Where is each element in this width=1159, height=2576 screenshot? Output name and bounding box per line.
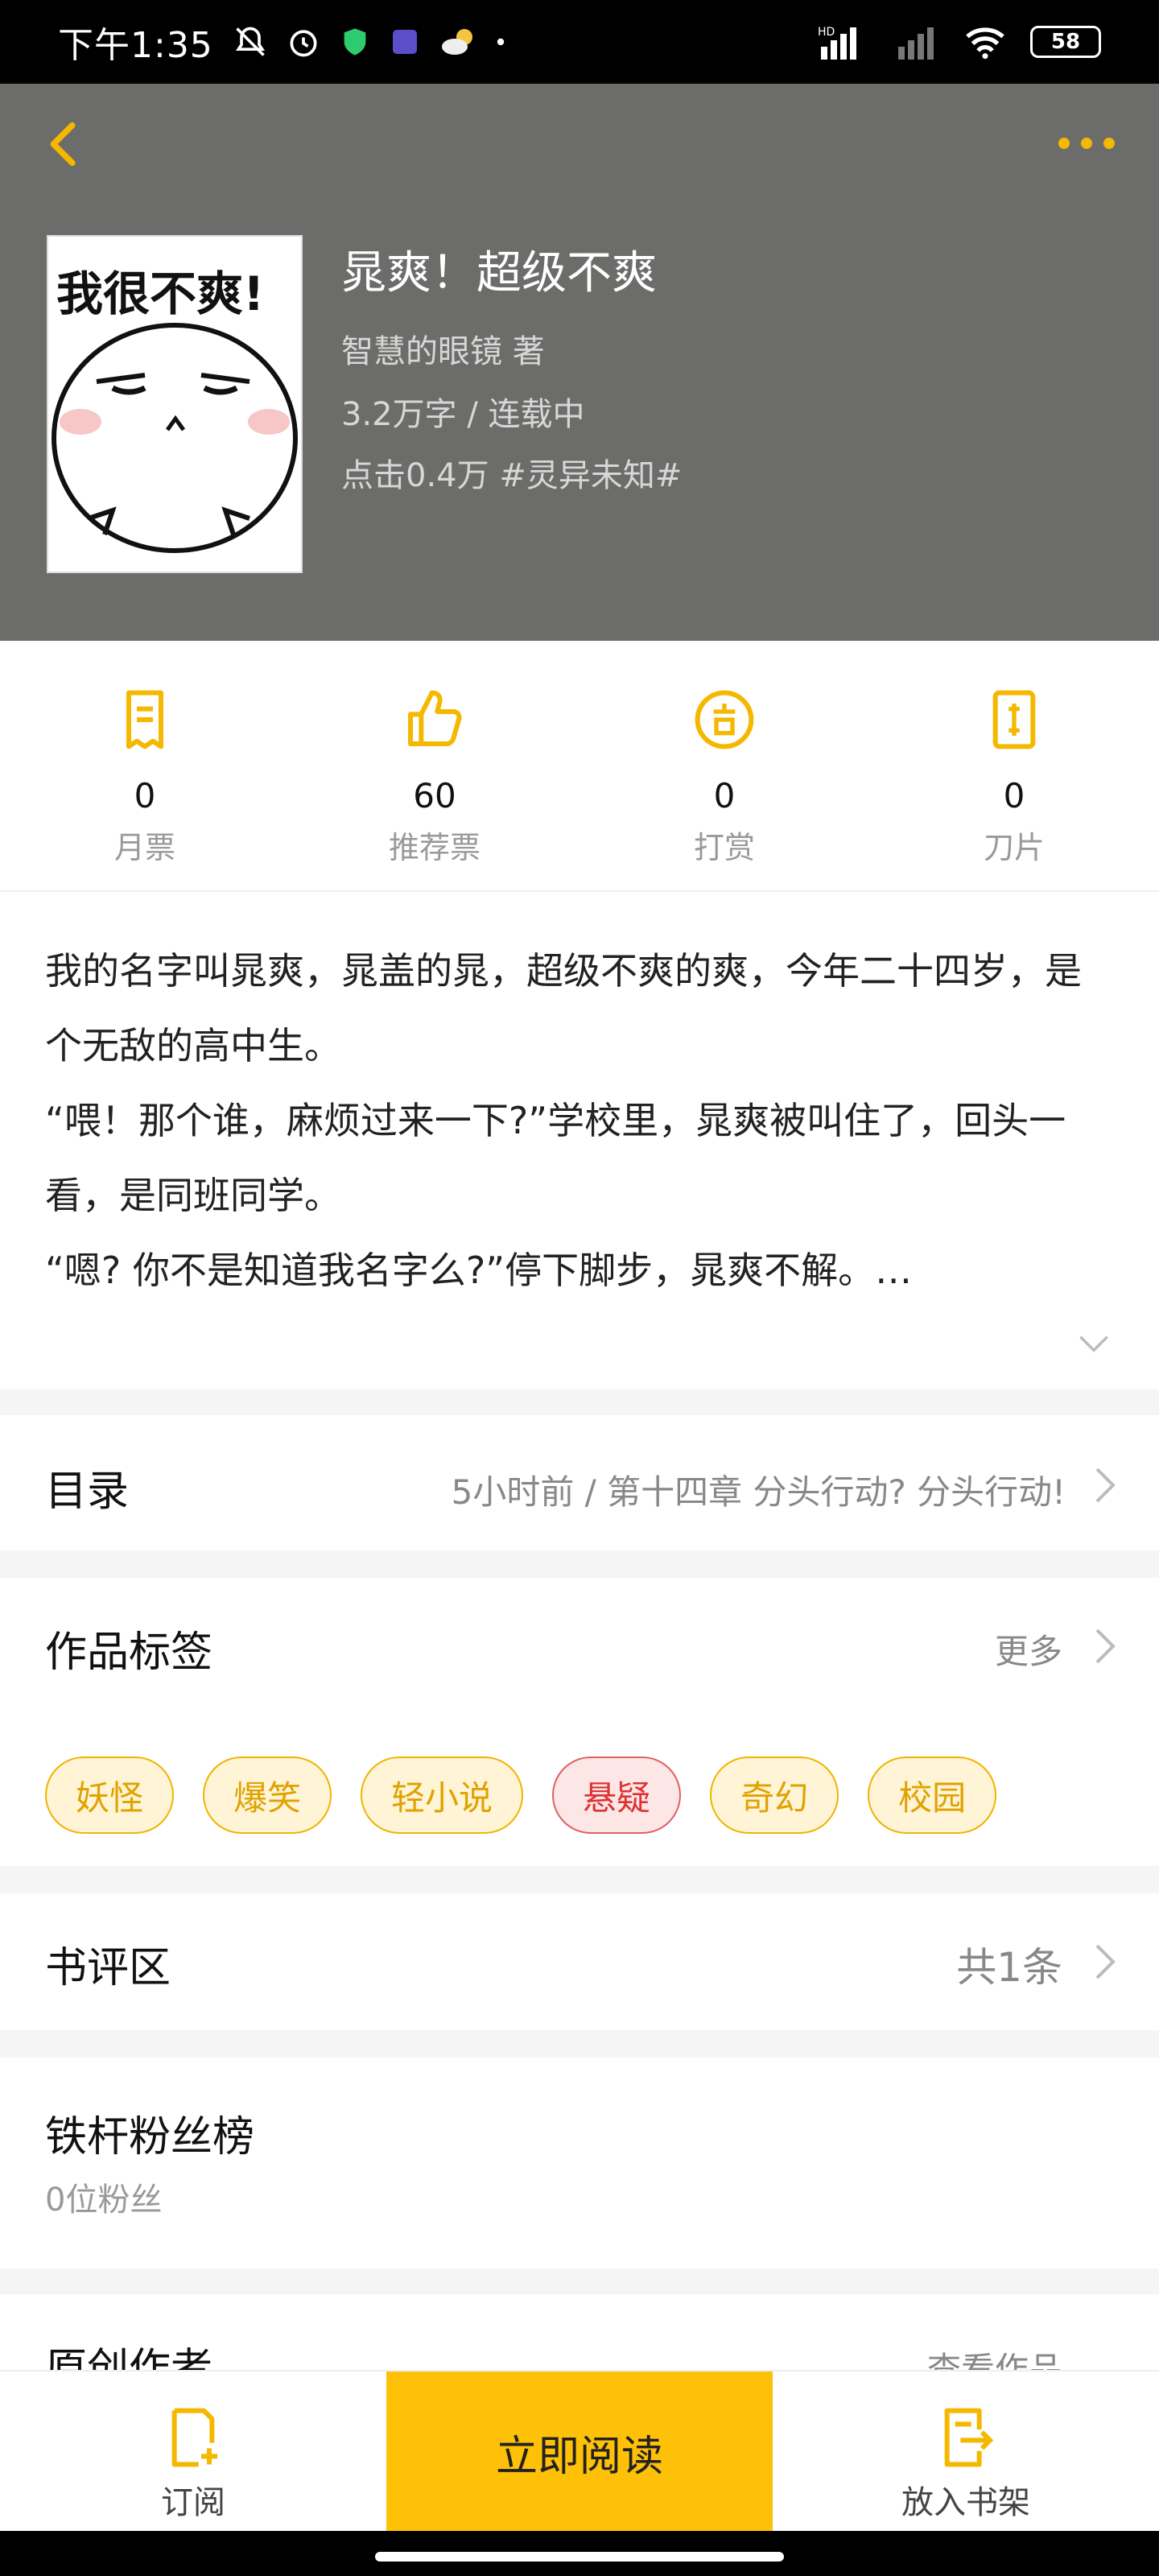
thumbs-up-icon <box>408 690 462 746</box>
catalog-title: 目录 <box>45 1468 130 1516</box>
tag-chip[interactable]: 奇幻 <box>710 1757 839 1834</box>
tag-chip[interactable]: 妖怪 <box>45 1757 175 1834</box>
status-time: 下午1:35 <box>58 25 213 66</box>
stat-recommend-ticket[interactable]: 60 推荐票 <box>290 641 580 890</box>
author-row[interactable]: 原创作者 查看作品 <box>0 2294 1159 2372</box>
signal-weak-icon <box>898 27 934 60</box>
stat-label: 月票 <box>113 830 175 865</box>
app-notification-icon <box>392 30 417 54</box>
weather-icon <box>441 29 472 55</box>
book-intro[interactable]: 我的名字叫晁爽，晁盖的晁，超级不爽的爽，今年二十四岁，是个无敌的高中生。 “喂！… <box>45 934 1116 1308</box>
latest-chapter: 5小时前 / 第十四章 分头行动? 分头行动! <box>451 1472 1066 1512</box>
reviews-count: 共1条 <box>956 1944 1062 1991</box>
section-divider <box>0 2030 1159 2058</box>
tag-list: 妖怪 爆笑 轻小说 悬疑 奇幻 校园 <box>45 1757 997 1834</box>
add-to-shelf-icon <box>944 2408 994 2467</box>
shield-icon <box>344 28 366 56</box>
book-author[interactable]: 智慧的眼镜 著 <box>341 325 545 372</box>
wifi-icon <box>966 27 1004 60</box>
book-header: 我很不爽! 晁爽！超级不爽 智慧的眼镜 著 3.2万字 / 连载中 点击0.4万… <box>0 84 1159 641</box>
back-arrow-icon[interactable] <box>37 116 93 172</box>
home-indicator[interactable] <box>375 2552 784 2562</box>
tags-header[interactable]: 作品标签 更多 <box>0 1578 1159 1715</box>
stat-blade[interactable]: 0 刀片 <box>869 641 1159 890</box>
tag-chip[interactable]: 爆笑 <box>203 1757 332 1834</box>
tag-chip[interactable]: 轻小说 <box>361 1757 524 1834</box>
section-divider <box>0 1389 1159 1415</box>
cover-illustration <box>52 323 298 553</box>
section-divider <box>0 2268 1159 2294</box>
view-works-link: 查看作品 <box>926 2350 1062 2372</box>
book-cover[interactable]: 我很不爽! <box>47 235 303 573</box>
add-to-shelf-button[interactable]: 放入书架 <box>773 2372 1159 2533</box>
fans-row[interactable]: 铁杆粉丝榜 0位粉丝 <box>0 2058 1159 2268</box>
chevron-right-icon <box>1095 1629 1116 1664</box>
chevron-right-icon <box>1095 1468 1116 1503</box>
status-icons-left <box>233 24 506 60</box>
tag-chip[interactable]: 悬疑 <box>552 1757 682 1834</box>
intro-paragraph: 我的名字叫晁爽，晁盖的晁，超级不爽的爽，今年二十四岁，是个无敌的高中生。 <box>45 949 1082 1067</box>
stat-label: 打赏 <box>693 830 755 865</box>
stat-value: 0 <box>713 776 736 815</box>
book-word-count-status: 3.2万字 / 连载中 <box>341 396 585 433</box>
expand-chevron-icon[interactable] <box>1074 1323 1114 1364</box>
intro-paragraph: “喂！那个谁，麻烦过来一下?”学校里，晁爽被叫住了，回头一看，是同班同学。 <box>45 1099 1066 1217</box>
signal-icon: HD <box>818 26 856 60</box>
subscribe-icon <box>171 2408 217 2467</box>
subscribe-button[interactable]: 订阅 <box>0 2372 386 2533</box>
stat-value: 0 <box>1003 776 1025 815</box>
section-divider <box>0 1550 1159 1578</box>
alarm-icon <box>290 30 317 57</box>
subscribe-label: 订阅 <box>161 2484 225 2521</box>
book-clicks-tag: 点击0.4万 #灵异未知# <box>341 457 683 494</box>
tags-section-title: 作品标签 <box>45 1629 213 1677</box>
mute-bell-icon <box>235 27 265 56</box>
read-now-button[interactable]: 立即阅读 <box>386 2372 773 2533</box>
system-nav-bar <box>0 2531 1159 2576</box>
blade-card-icon <box>992 690 1036 749</box>
add-to-shelf-label: 放入书架 <box>901 2484 1030 2521</box>
chevron-right-icon <box>1095 1944 1116 1979</box>
tag-chip[interactable]: 校园 <box>868 1757 997 1834</box>
stat-label: 推荐票 <box>388 830 481 865</box>
monthly-ticket-icon <box>126 690 163 749</box>
fans-count: 0位粉丝 <box>45 2182 163 2219</box>
catalog-row[interactable]: 目录 5小时前 / 第十四章 分头行动? 分头行动! <box>0 1415 1159 1550</box>
stat-reward[interactable]: 0 打赏 <box>580 641 869 890</box>
svg-text:HD: HD <box>818 26 835 39</box>
stat-monthly-ticket[interactable]: 0 月票 <box>0 641 290 890</box>
reviews-title: 书评区 <box>45 1944 171 1992</box>
battery-indicator: 58 <box>1030 26 1101 58</box>
section-divider <box>0 1866 1159 1893</box>
tags-more-link: 更多 <box>994 1632 1062 1671</box>
stat-value: 60 <box>413 776 456 815</box>
stat-value: 0 <box>134 776 156 815</box>
book-title: 晁爽！超级不爽 <box>341 247 657 299</box>
dot-icon <box>497 38 505 46</box>
fans-title: 铁杆粉丝榜 <box>45 2113 255 2161</box>
stats-row: 0 月票 60 推荐票 0 打赏 0 刀片 <box>0 641 1159 892</box>
stat-label: 刀片 <box>983 830 1045 865</box>
reward-icon <box>695 690 754 749</box>
status-bar: 下午1:35 HD 58 <box>0 0 1159 84</box>
reviews-row[interactable]: 书评区 共1条 <box>0 1893 1159 2030</box>
cover-text: 我很不爽! <box>56 266 265 321</box>
more-options-icon[interactable] <box>1051 116 1124 172</box>
author-section-title: 原创作者 <box>45 2345 213 2372</box>
status-icons-right: HD 58 <box>818 24 1101 60</box>
bottom-action-bar: 订阅 立即阅读 放入书架 <box>0 2370 1159 2533</box>
intro-paragraph: “嗯? 你不是知道我名字么?”停下脚步，晁爽不解。… <box>45 1249 913 1292</box>
